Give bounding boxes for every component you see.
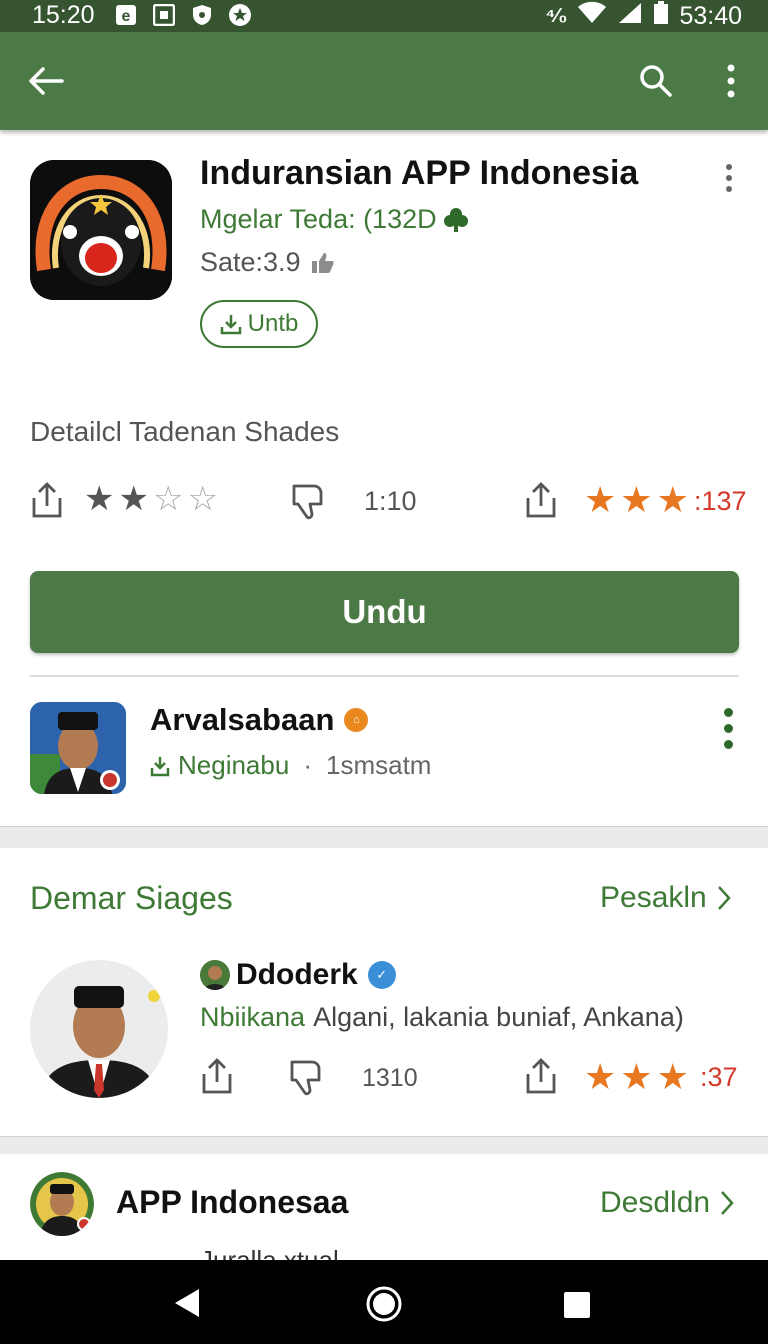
recents-square-icon [564, 1292, 590, 1318]
wifi-icon [577, 1, 607, 32]
similar-count: 1310 [362, 1064, 418, 1092]
dislike-button-left[interactable] [290, 482, 326, 522]
app-developer[interactable]: Mgelar Teda: (132D [200, 204, 469, 235]
network-type-text: ⁴⁄₀ [545, 5, 568, 27]
download-icon [220, 315, 241, 335]
screenshot-icon [152, 3, 176, 27]
download-icon [150, 756, 170, 776]
section-link-similar[interactable]: Pesakln [600, 881, 731, 915]
app-icon [30, 160, 172, 300]
share-icon [526, 482, 556, 518]
avatar[interactable] [30, 702, 126, 794]
star-empty-icon: ☆ [187, 480, 218, 518]
review-more-button[interactable] [724, 708, 733, 749]
search-button[interactable] [632, 56, 680, 106]
shield-icon [190, 3, 214, 27]
similar-avatar[interactable] [30, 960, 168, 1098]
star-filled-icon: ★ [84, 480, 115, 518]
svg-text:e: e [122, 8, 131, 25]
nav-home-button[interactable] [358, 1278, 410, 1330]
details-label: Detailcl Tadenan Shades [30, 416, 340, 447]
thumb-icon [311, 252, 334, 273]
star-filled-icon: ★ [656, 479, 689, 520]
status-bar: 15:20 e ⁴⁄₀ 53:40 [0, 0, 768, 32]
partial-text: Juralla xtual [200, 1245, 339, 1260]
star-rating-right: ★ ★ ★ [584, 482, 689, 518]
share-button-left[interactable] [30, 482, 64, 518]
app-e-icon: e [114, 3, 138, 27]
section-title-bottom: APP Indonesaa [116, 1184, 349, 1220]
star-empty-icon: ☆ [152, 480, 184, 518]
star-filled-icon: ★ [584, 479, 617, 520]
app-bar [0, 32, 768, 130]
status-time: 15:20 [32, 1, 95, 29]
bottom-avatar[interactable] [30, 1172, 94, 1236]
dislike-button-similar[interactable] [288, 1058, 324, 1098]
thumbs-down-icon [292, 484, 323, 520]
share-button-right[interactable] [524, 482, 558, 518]
share-icon [526, 1058, 556, 1094]
app-title: Induransian APP Indonesia [200, 154, 639, 192]
star-badge-icon [228, 3, 252, 27]
similar-item-desc: Nbiikana Algani, lakania buniaf, Ankana) [200, 1002, 684, 1032]
rating-count-left: 1:10 [364, 486, 417, 516]
share-button-similar-right[interactable] [524, 1058, 558, 1094]
app-more-button[interactable] [726, 164, 732, 192]
battery-icon [653, 1, 669, 32]
system-status: ⁴⁄₀ 53:40 [545, 1, 742, 32]
verified-badge-icon: ✓ [367, 961, 396, 989]
nav-recents-button[interactable] [552, 1280, 602, 1330]
clover-icon [443, 207, 468, 232]
reviewer-name[interactable]: Arvalsabaan ⌂ [150, 702, 369, 738]
chevron-right-icon [717, 886, 731, 910]
star-filled-icon: ★ [656, 1056, 689, 1097]
install-button[interactable]: Undu [30, 571, 739, 653]
more-vertical-icon [727, 64, 735, 98]
install-chip[interactable]: Untb [200, 300, 318, 348]
star-filled-icon: ★ [620, 479, 653, 520]
navigation-bar [0, 1260, 768, 1344]
verified-badge-icon: ⌂ [344, 708, 369, 732]
thumbs-down-icon [290, 1060, 321, 1096]
home-circle-icon [366, 1286, 402, 1322]
section-separator [0, 826, 768, 848]
divider [30, 675, 739, 677]
notification-icons: e [114, 3, 252, 27]
section-title-similar: Demar Siages [30, 880, 233, 916]
battery-text: 53:40 [679, 2, 742, 30]
star-filled-icon: ★ [118, 480, 149, 518]
reviewer-meta: Neginabu · 1smsatm [150, 750, 431, 781]
star-filled-icon: ★ [584, 1056, 617, 1097]
rating-count-right: :137 [694, 486, 747, 516]
small-avatar-icon [200, 960, 230, 990]
signal-icon [617, 1, 643, 32]
nav-back-button[interactable] [162, 1278, 212, 1328]
share-button-similar[interactable] [200, 1058, 234, 1094]
star-rating-left: ★ ★ ☆ ☆ [84, 482, 218, 516]
share-icon [32, 482, 62, 518]
back-arrow-icon [29, 67, 64, 95]
section-link-bottom[interactable]: Desdldn [600, 1186, 734, 1220]
chevron-right-icon [721, 1191, 734, 1215]
back-triangle-icon [175, 1289, 199, 1317]
rating-row: ★ ★ ☆ ☆ 1:10 ★ ★ ★ :137 [0, 480, 768, 526]
section-separator [0, 1136, 768, 1154]
app-size: Sate:3.9 [200, 247, 335, 278]
search-icon [640, 65, 672, 97]
star-rating-similar: ★ ★ ★ [584, 1059, 689, 1095]
share-icon [202, 1058, 232, 1094]
overflow-menu-button[interactable] [712, 56, 750, 106]
back-button[interactable] [20, 56, 72, 106]
star-filled-icon: ★ [620, 1056, 653, 1097]
similar-item-name[interactable]: Ddoderk ✓ [200, 958, 396, 992]
similar-rating: :37 [700, 1062, 738, 1092]
